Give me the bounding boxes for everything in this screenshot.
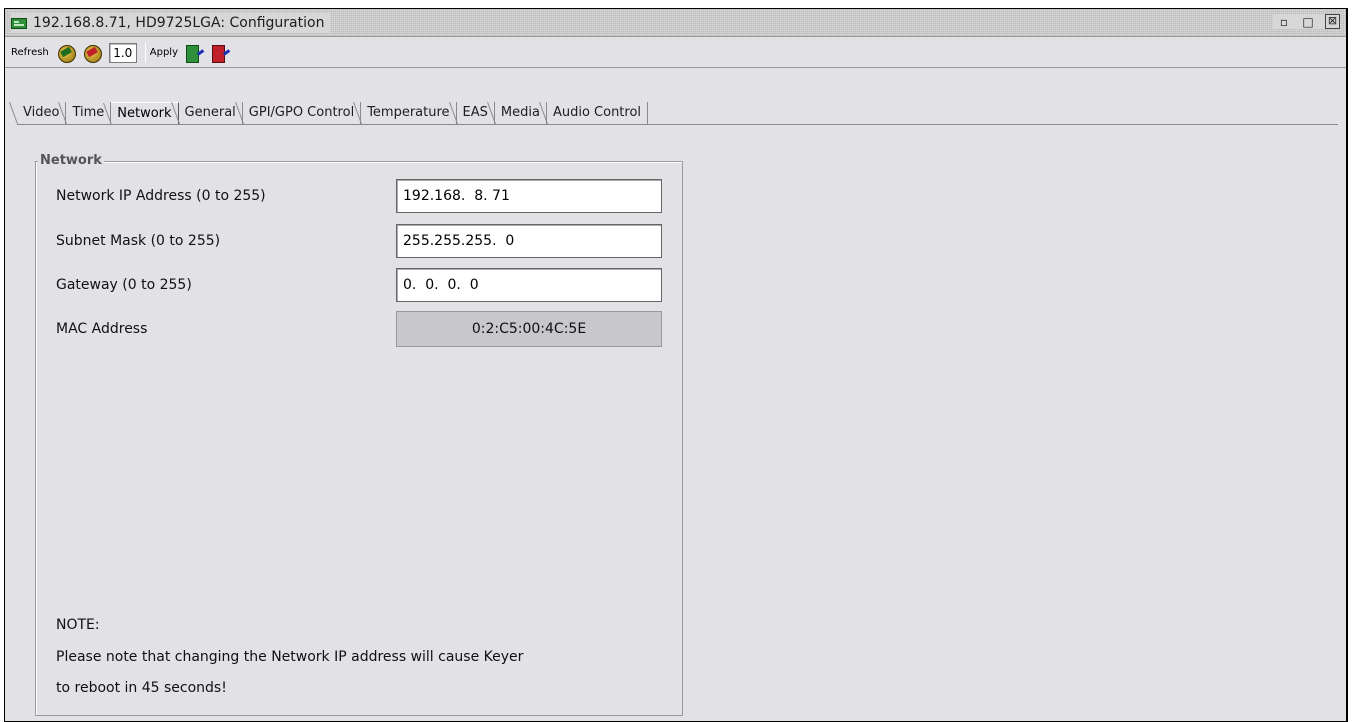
maximize-icon[interactable]: □ <box>1301 15 1315 29</box>
auto-refresh-icon[interactable] <box>81 42 103 64</box>
refresh-rate-field[interactable]: 1.0 <box>108 42 137 63</box>
tab-general[interactable]: General <box>179 102 243 124</box>
refresh-icon[interactable] <box>55 42 77 64</box>
mac-address-value: 0:2:C5:00:4C:5E <box>396 311 662 347</box>
title-bar[interactable]: 192.168.8.71, HD9725LGA: Configuration ▫… <box>5 9 1346 37</box>
device-card-icon <box>11 17 27 29</box>
subnet-mask-input[interactable] <box>396 224 662 258</box>
mac-address-row: MAC Address 0:2:C5:00:4C:5E <box>56 311 662 347</box>
network-group: Network Network IP Address (0 to 255) Su… <box>35 153 683 716</box>
title-wrap: 192.168.8.71, HD9725LGA: Configuration <box>11 13 331 33</box>
ip-address-label: Network IP Address (0 to 255) <box>56 188 266 204</box>
window-controls: ▫ □ ⊠ <box>1273 14 1340 29</box>
auto-apply-icon[interactable] <box>210 42 232 64</box>
toolbar-separator <box>144 42 146 63</box>
restore-icon[interactable]: ▫ <box>1277 15 1291 29</box>
tab-media[interactable]: Media <box>495 102 547 124</box>
subnet-mask-label: Subnet Mask (0 to 255) <box>56 233 221 249</box>
network-group-legend: Network <box>38 153 104 168</box>
tab-gpi-gpo-control[interactable]: GPI/GPO Control <box>243 102 362 124</box>
tab-audio-control[interactable]: Audio Control <box>547 102 649 124</box>
note-title: NOTE: <box>56 617 100 633</box>
subnet-mask-row: Subnet Mask (0 to 255) <box>56 224 662 258</box>
apply-icon[interactable] <box>184 42 206 64</box>
toolbar: Refresh 1.0 Apply <box>5 38 1346 68</box>
gateway-row: Gateway (0 to 255) <box>56 268 662 302</box>
window-title: 192.168.8.71, HD9725LGA: Configuration <box>33 15 325 31</box>
mac-address-label: MAC Address <box>56 321 148 337</box>
configuration-window: 192.168.8.71, HD9725LGA: Configuration ▫… <box>4 8 1348 722</box>
tab-bar: Video Time Network General GPI/GPO Contr… <box>17 101 649 124</box>
apply-label: Apply <box>149 47 178 58</box>
tab-network[interactable]: Network <box>111 102 179 124</box>
tab-divider <box>17 124 1338 125</box>
ip-address-row: Network IP Address (0 to 255) <box>56 179 662 213</box>
refresh-label: Refresh <box>11 47 49 58</box>
tab-temperature[interactable]: Temperature <box>361 102 457 124</box>
note-line-2: to reboot in 45 seconds! <box>56 680 227 696</box>
ip-address-input[interactable] <box>396 179 662 213</box>
close-icon[interactable]: ⊠ <box>1325 14 1340 29</box>
gateway-input[interactable] <box>396 268 662 302</box>
gateway-label: Gateway (0 to 255) <box>56 277 192 293</box>
note-line-1: Please note that changing the Network IP… <box>56 649 524 665</box>
